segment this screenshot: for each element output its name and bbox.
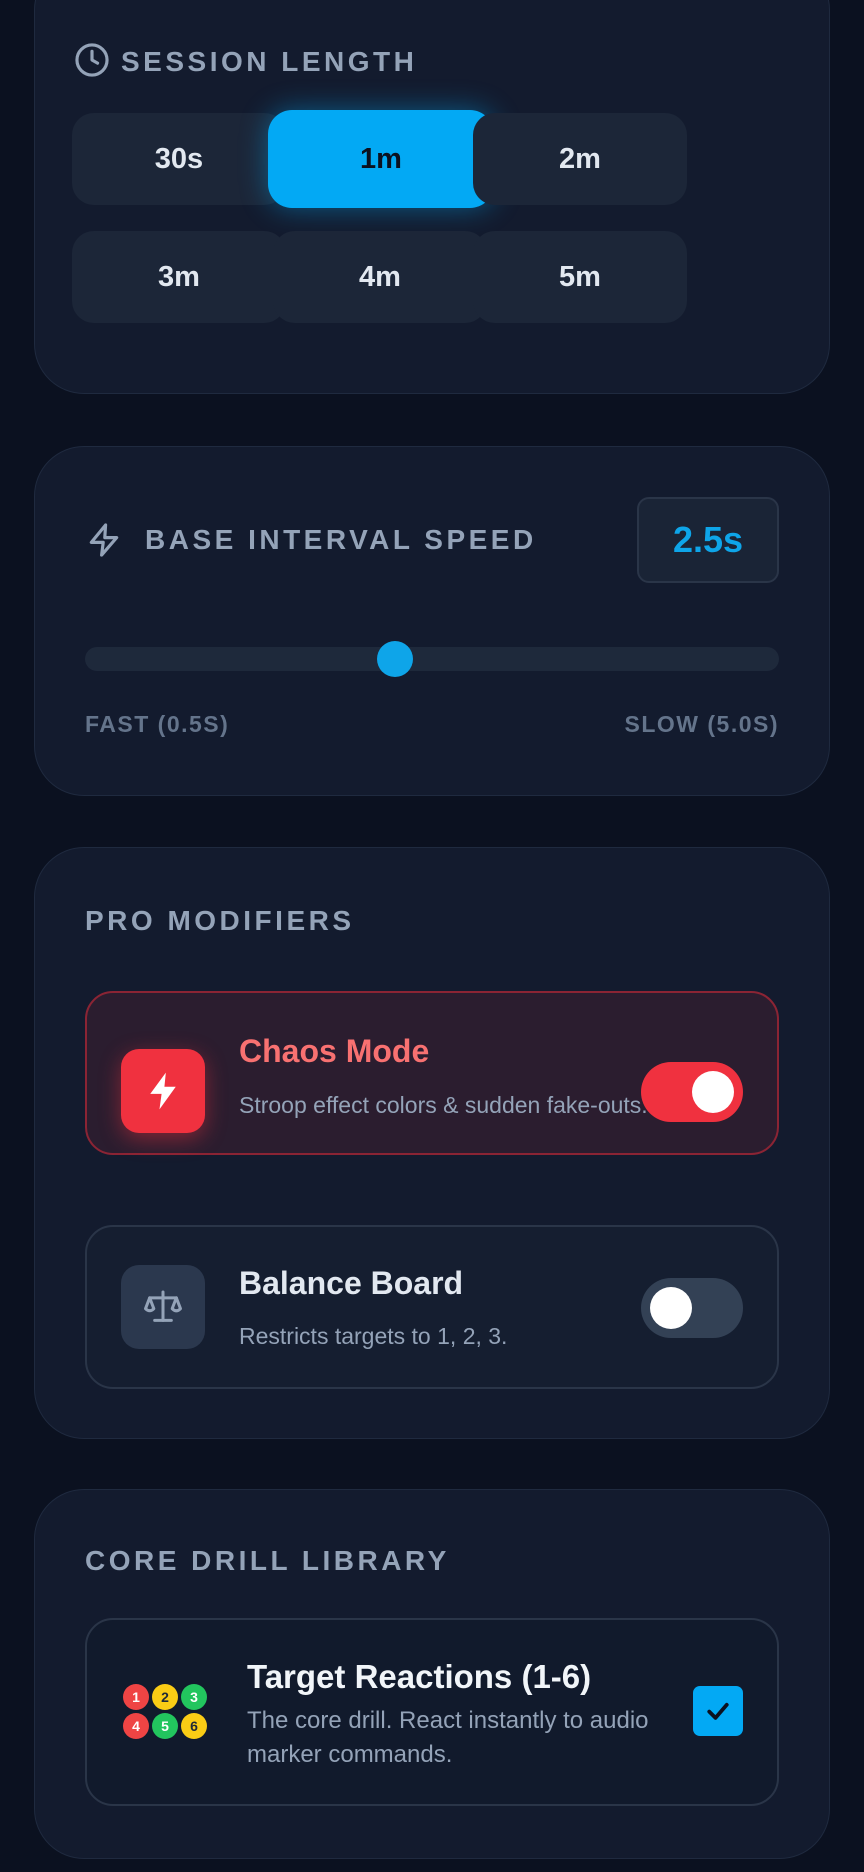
balance-board-row[interactable]: Balance Board Restricts targets to 1, 2,… xyxy=(85,1225,779,1389)
target-dot-3: 3 xyxy=(181,1684,207,1710)
pro-modifiers-card: PRO MODIFIERS Chaos Mode Stroop effect c… xyxy=(34,847,830,1439)
lightning-icon xyxy=(85,521,123,559)
toggle-knob xyxy=(692,1071,734,1113)
chaos-mode-toggle[interactable] xyxy=(641,1062,743,1122)
target-dot-4: 4 xyxy=(123,1713,149,1739)
target-dot-6: 6 xyxy=(181,1713,207,1739)
core-drill-library-card: CORE DRILL LIBRARY 1 2 3 4 5 6 Target Re… xyxy=(34,1489,830,1859)
chaos-mode-row[interactable]: Chaos Mode Stroop effect colors & sudden… xyxy=(85,991,779,1155)
clock-icon xyxy=(73,41,111,79)
number-targets-icon: 1 2 3 4 5 6 xyxy=(123,1684,213,1742)
duration-button-1m[interactable]: 1m xyxy=(268,110,494,208)
checkmark-icon xyxy=(707,1702,729,1720)
duration-button-30s[interactable]: 30s xyxy=(72,113,286,205)
speed-slider-thumb[interactable] xyxy=(376,641,413,677)
session-length-title: SESSION LENGTH xyxy=(121,46,418,77)
balance-board-description: Restricts targets to 1, 2, 3. xyxy=(239,1323,508,1349)
target-dot-5: 5 xyxy=(152,1713,178,1739)
scale-icon xyxy=(121,1265,205,1349)
settings-screen: SESSION LENGTH 30s 1m 2m 3m 4m 5m BASE I… xyxy=(0,0,864,1872)
duration-button-4m[interactable]: 4m xyxy=(273,231,487,323)
chaos-mode-title: Chaos Mode xyxy=(239,1033,430,1069)
base-interval-speed-title: BASE INTERVAL SPEED xyxy=(145,524,537,555)
pro-modifiers-title: PRO MODIFIERS xyxy=(85,905,355,936)
slider-min-label: FAST (0.5S) xyxy=(85,711,230,737)
duration-button-3m[interactable]: 3m xyxy=(72,231,286,323)
slider-max-label: SLOW (5.0S) xyxy=(624,711,779,737)
duration-button-5m[interactable]: 5m xyxy=(473,231,687,323)
base-interval-speed-card: BASE INTERVAL SPEED 2.5s FAST (0.5S) SLO… xyxy=(34,446,830,796)
duration-button-2m[interactable]: 2m xyxy=(473,113,687,205)
session-length-card: SESSION LENGTH 30s 1m 2m 3m 4m 5m xyxy=(34,0,830,394)
balance-board-toggle[interactable] xyxy=(641,1278,743,1338)
core-drill-library-title: CORE DRILL LIBRARY xyxy=(85,1545,450,1576)
target-reactions-checkbox[interactable] xyxy=(693,1686,743,1736)
target-reactions-description: The core drill. React instantly to audio… xyxy=(247,1707,649,1768)
balance-board-title: Balance Board xyxy=(239,1265,464,1301)
speed-value-display: 2.5s xyxy=(637,497,779,583)
target-dot-1: 1 xyxy=(123,1684,149,1710)
target-reactions-title: Target Reactions (1-6) xyxy=(247,1658,592,1695)
speed-slider-track[interactable] xyxy=(85,641,779,677)
target-reactions-row[interactable]: 1 2 3 4 5 6 Target Reactions (1-6) The c… xyxy=(85,1618,779,1806)
chaos-mode-description: Stroop effect colors & sudden fake-outs. xyxy=(239,1092,648,1118)
target-dot-2: 2 xyxy=(152,1684,178,1710)
bolt-icon xyxy=(121,1049,205,1133)
toggle-knob xyxy=(650,1287,692,1329)
